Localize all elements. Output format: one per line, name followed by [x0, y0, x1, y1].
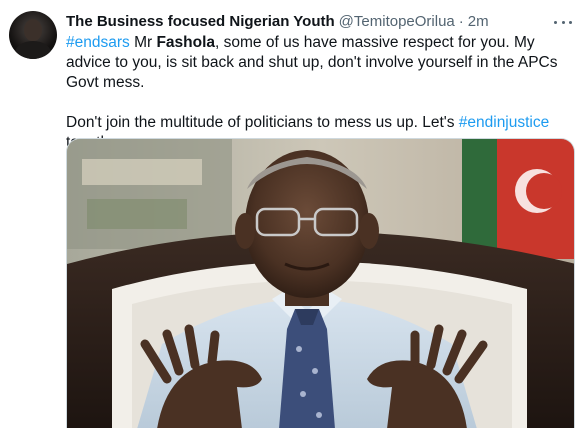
tweet-bold-name: Fashola — [156, 34, 216, 51]
tweet-text: #endsars Mr Fashola, some of us have mas… — [66, 33, 574, 153]
tweet-media-photo[interactable] — [66, 138, 575, 428]
more-horizontal-icon[interactable] — [554, 14, 572, 30]
photo-illustration — [67, 139, 574, 428]
tweet-text-segment: Mr — [129, 34, 157, 51]
avatar-head — [24, 19, 42, 41]
separator-dot: · — [458, 13, 464, 30]
avatar[interactable] — [9, 11, 57, 59]
avatar-shoulders — [15, 41, 51, 59]
timestamp[interactable]: 2m — [468, 12, 489, 32]
tweet[interactable]: The Business focused Nigerian Youth @Tem… — [0, 0, 579, 428]
tweet-paragraph-1: #endsars Mr Fashola, some of us have mas… — [66, 33, 574, 93]
display-name[interactable]: The Business focused Nigerian Youth — [66, 12, 335, 32]
user-handle[interactable]: @TemitopeOrilua — [339, 12, 455, 32]
more-dot — [554, 20, 557, 24]
hashtag-endsars[interactable]: #endsars — [66, 34, 130, 51]
hashtag-endinjustice[interactable]: #endinjustice — [459, 114, 549, 131]
more-dot — [569, 20, 572, 24]
tweet-text-segment: Don't join the multitude of politicians … — [66, 114, 459, 131]
more-dot — [561, 20, 565, 24]
tweet-header: The Business focused Nigerian Youth @Tem… — [66, 12, 489, 32]
